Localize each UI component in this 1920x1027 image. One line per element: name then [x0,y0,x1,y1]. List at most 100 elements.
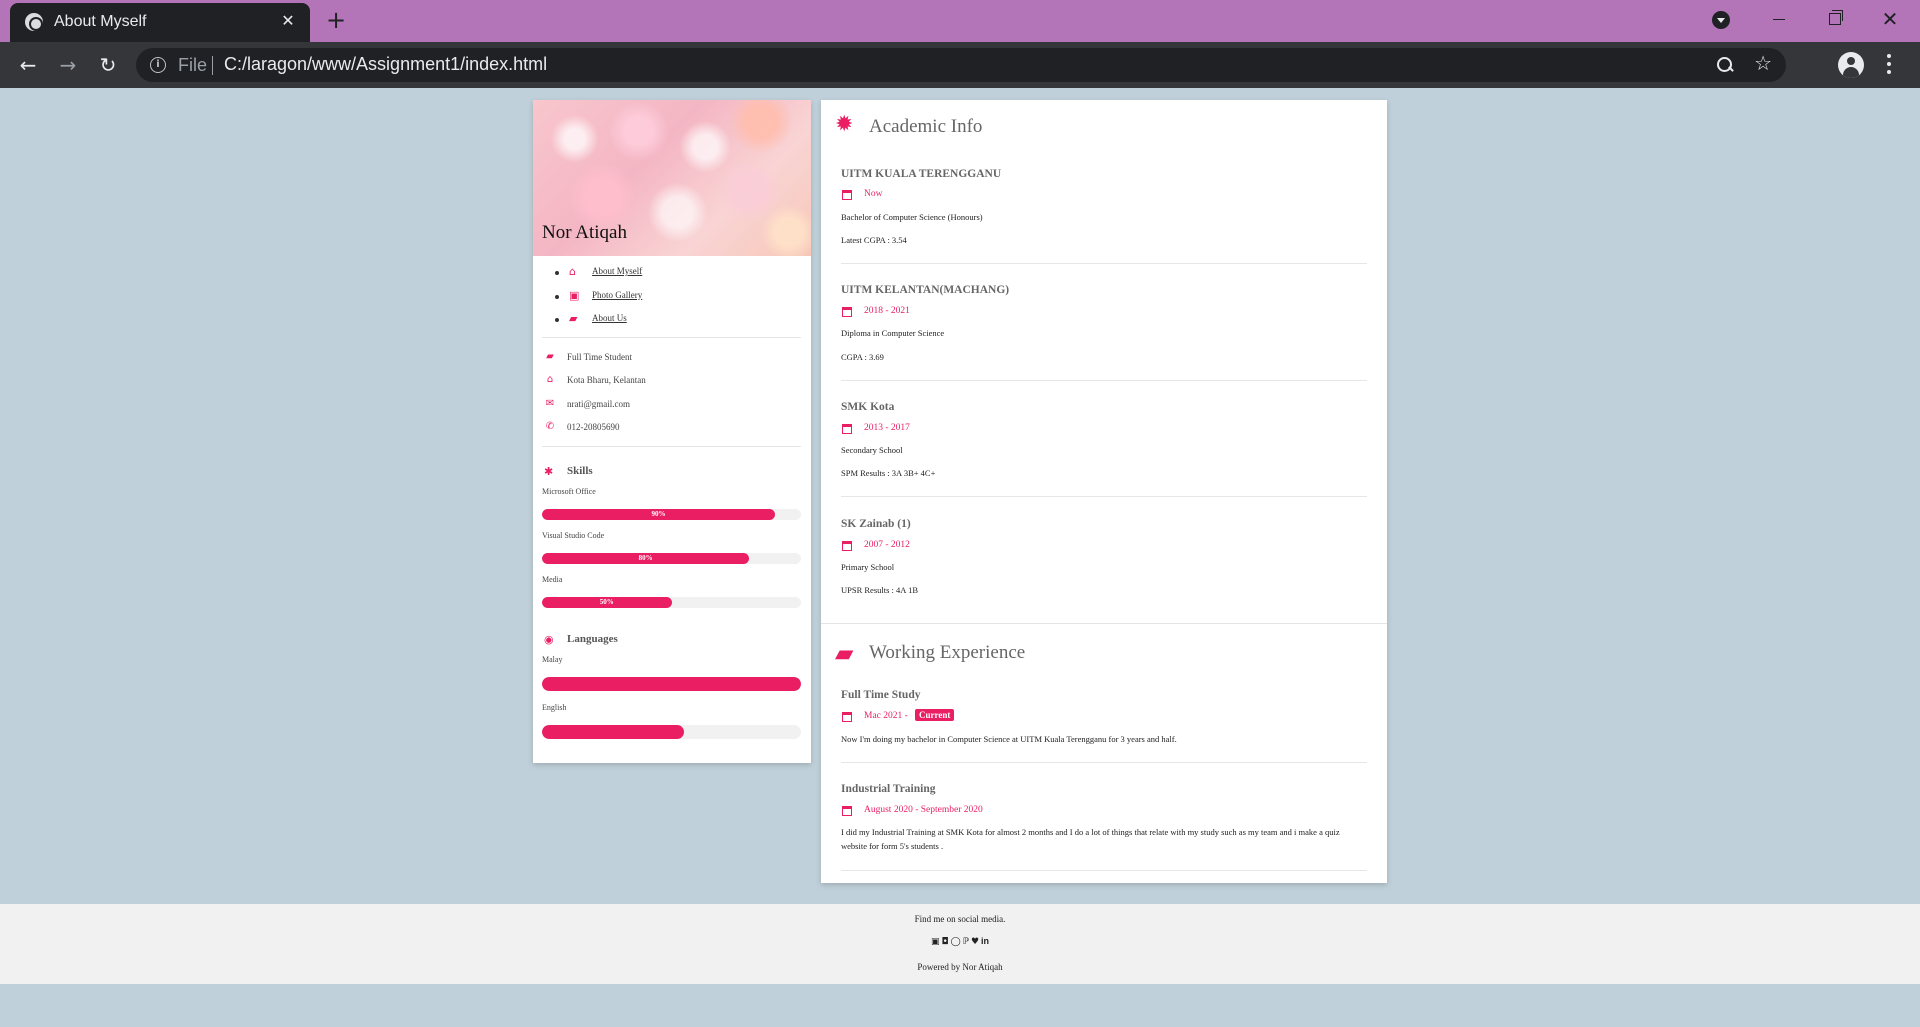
languages-heading: ◉ Languages [533,625,811,653]
pinterest-icon[interactable]: ℙ [963,937,969,947]
result-text: SPM Results : 3A 3B+ 4C+ [841,468,936,478]
qualification-text: Diploma in Computer Science [841,328,945,338]
home-icon: ⌂ [546,374,554,385]
page-footer: Find me on social media. ▣ ◘ ◯ ℙ ♥ in Powered… [0,904,1920,984]
calendar-icon [842,806,852,816]
work-title: Working Experience [869,642,1026,663]
certificate-icon: ✹ [835,112,854,137]
back-button[interactable]: ← [14,51,42,79]
skill-name: Visual Studio Code [542,530,605,540]
progress-track [542,724,801,739]
kebab-menu-icon[interactable] [1886,52,1892,78]
date-text: August 2020 - September 2020 [864,805,983,815]
current-badge: Current [915,709,955,721]
profile-nav: ⌂ About Myself ▣ Photo Gallery ▰ About U… [533,262,811,333]
skill-item: Microsoft Office 90% [533,485,811,529]
restore-button[interactable] [1820,4,1850,34]
powered-by-text: Powered by Nor Atiqah [917,962,1003,972]
location-text: Kota Bharu, Kelantan [567,375,646,385]
phone-icon: ✆ [545,421,555,432]
progress-track [542,676,801,691]
reload-button[interactable]: ↻ [94,51,122,79]
calendar-icon [842,424,852,434]
profile-icon[interactable] [1838,52,1864,78]
divider [542,445,801,447]
date-text: 2018 - 2021 [864,306,910,316]
nav-item-about-myself[interactable]: ⌂ About Myself [533,262,811,286]
list-bullet [555,318,559,322]
bookmark-star-icon[interactable]: ☆ [1754,51,1772,75]
academic-entry: SMK Kota 2013 - 2017 Secondary School SP… [841,381,1367,497]
email-text: nrati@gmail.com [567,398,631,409]
browser-tab[interactable]: About Myself ✕ [10,3,310,42]
academic-entry: SK Zainab (1) 2007 - 2012 Primary School… [841,497,1367,623]
address-bar[interactable]: i File C:/laragon/www/Assignment1/index.… [136,48,1786,82]
social-icons: ▣ ◘ ◯ ℙ ♥ in [0,936,1920,947]
twitter-icon[interactable]: ♥ [971,937,979,947]
occupation-text: Full Time Student [567,351,633,362]
profile-name: Nor Atiqah [542,222,627,243]
suitcase-icon: ▰ [835,639,854,667]
forward-button[interactable]: → [54,51,82,79]
work-entry: Industrial Training August 2020 - Septem… [841,763,1367,871]
nav-link-about-myself[interactable]: About Myself [592,266,642,276]
date-row: August 2020 - September 2020 [841,805,1141,818]
school-name: SMK Kota [841,401,895,413]
progress-fill: 50% [542,596,672,608]
footer-text: Find me on social media. [914,914,1006,924]
job-description: I did my Industrial Training at SMK Kota… [841,827,1340,851]
languages-title: Languages [567,632,618,645]
list-bullet [555,294,559,299]
work-heading: ▰ Working Experience [821,624,1387,684]
zoom-icon[interactable] [1716,56,1734,74]
calendar-icon [842,712,852,722]
close-window-button[interactable]: ✕ [1875,4,1905,34]
minimize-button[interactable] [1765,4,1795,34]
job-description: Now I'm doing my bachelor in Computer Sc… [841,734,1177,744]
language-item: English [533,701,811,749]
nav-item-photo-gallery[interactable]: ▣ Photo Gallery [533,286,811,310]
url-text[interactable]: C:/laragon/www/Assignment1/index.html [224,54,547,75]
school-name: SK Zainab (1) [841,518,911,530]
close-tab-icon[interactable]: ✕ [276,9,300,33]
info-phone: ✆ 012-20805690 [533,416,811,440]
work-entry: Full Time Study Mac 2021 - Current Now I… [841,684,1367,763]
nav-item-about-us[interactable]: ▰ About Us [533,309,811,333]
progress-track: 80% [542,552,801,564]
skill-item: Visual Studio Code 80% [533,529,811,573]
briefcase-icon: ▰ [546,350,554,362]
academic-entry: UITM KELANTAN(MACHANG) 2018 - 2021 Diplo… [841,264,1367,381]
result-text: CGPA : 3.69 [841,352,884,362]
date-text: Mac 2021 - [864,711,908,721]
facebook-icon[interactable]: ▣ [931,937,940,947]
browser-tab-bar: About Myself ✕ + ✕ [0,0,1920,42]
nav-link-about-us[interactable]: About Us [592,313,627,323]
new-tab-button[interactable]: + [322,6,350,34]
browser-toolbar: ← → ↻ i File C:/laragon/www/Assignment1/… [0,42,1920,88]
language-name: Malay [542,654,563,664]
date-text: 2013 - 2017 [864,423,910,433]
linkedin-icon[interactable]: in [981,936,989,946]
image-icon: ▣ [569,288,580,302]
info-email: ✉ nrati@gmail.com [533,393,811,417]
language-name: English [542,702,567,712]
info-icon[interactable]: i [150,57,166,73]
date-row: Mac 2021 - Current [841,709,1141,724]
academic-title: Academic Info [869,116,983,137]
qualification-text: Bachelor of Computer Science (Honours) [841,212,983,222]
home-icon: ⌂ [569,265,576,278]
snapchat-icon[interactable]: ◯ [951,937,961,947]
school-name: UITM KUALA TERENGGANU [841,168,1002,180]
calendar-icon [842,307,852,317]
instagram-icon[interactable]: ◘ [941,937,948,947]
globe-icon [25,13,43,31]
nav-link-photo-gallery[interactable]: Photo Gallery [592,290,642,300]
asterisk-icon: ✱ [544,464,554,478]
qualification-text: Secondary School [841,445,903,455]
address-separator [212,56,213,75]
date-text: 2007 - 2012 [864,540,910,550]
skill-name: Microsoft Office [542,486,596,496]
progress-fill: 90% [542,508,776,520]
profile-card: Nor Atiqah ⌂ About Myself ▣ Photo Galler… [533,100,811,763]
tab-search-icon[interactable] [1712,11,1730,29]
